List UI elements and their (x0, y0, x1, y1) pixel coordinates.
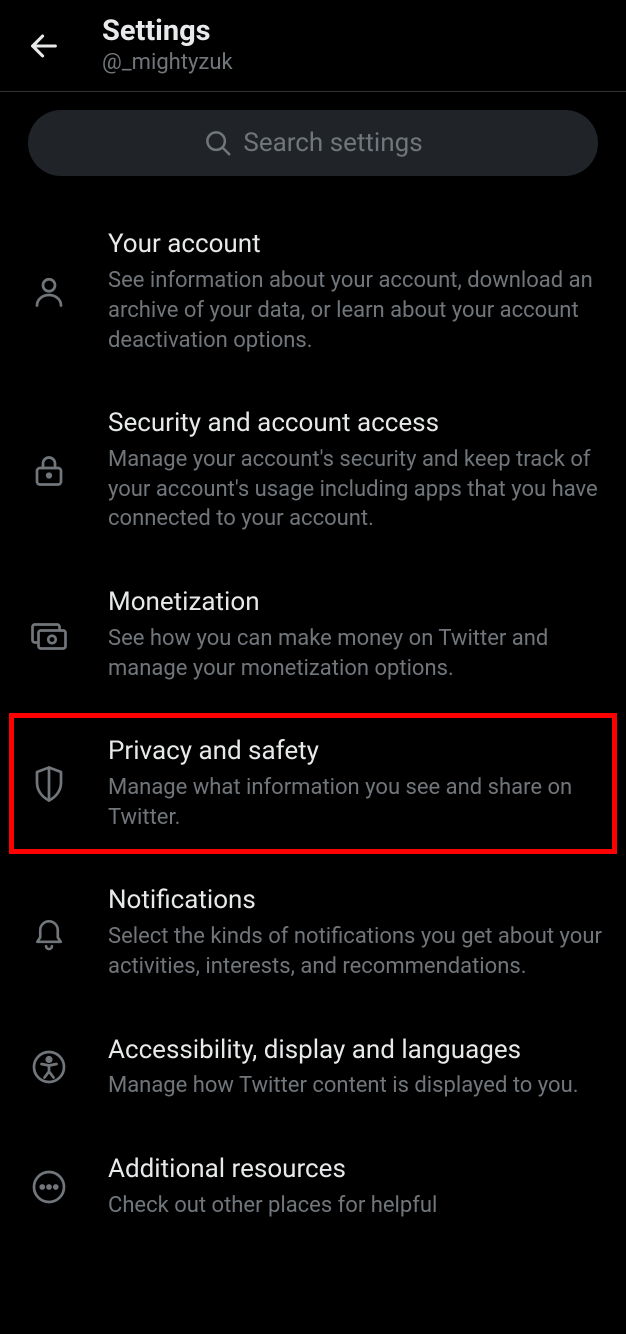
search-input[interactable]: Search settings (28, 110, 598, 176)
money-icon (24, 617, 74, 653)
item-desc: See how you can make money on Twitter an… (108, 624, 602, 683)
list-item-your-account[interactable]: Your account See information about your … (0, 202, 626, 381)
item-title: Accessibility, display and languages (108, 1034, 579, 1068)
item-title: Notifications (108, 884, 602, 918)
list-item-additional-resources[interactable]: Additional resources Check out other pla… (0, 1127, 626, 1246)
page-title: Settings (102, 14, 233, 49)
item-title: Additional resources (108, 1153, 437, 1187)
bell-icon (24, 914, 74, 952)
item-desc: Select the kinds of notifications you ge… (108, 922, 602, 981)
item-desc: See information about your account, down… (108, 266, 602, 355)
list-item-monetization[interactable]: Monetization See how you can make money … (0, 560, 626, 709)
item-text: Accessibility, display and languages Man… (108, 1034, 579, 1101)
item-text: Additional resources Check out other pla… (108, 1153, 437, 1220)
item-text: Privacy and safety Manage what informati… (108, 735, 602, 832)
item-title: Privacy and safety (108, 735, 602, 769)
item-text: Security and account access Manage your … (108, 407, 602, 534)
list-item-security[interactable]: Security and account access Manage your … (0, 381, 626, 560)
person-icon (24, 274, 74, 310)
item-title: Security and account access (108, 407, 602, 441)
item-title: Monetization (108, 586, 602, 620)
settings-list: Your account See information about your … (0, 202, 626, 1246)
list-item-privacy[interactable]: Privacy and safety Manage what informati… (8, 712, 618, 855)
item-text: Notifications Select the kinds of notifi… (108, 884, 602, 981)
search-container: Search settings (0, 92, 626, 202)
list-item-accessibility[interactable]: Accessibility, display and languages Man… (0, 1008, 626, 1127)
back-arrow-icon (27, 29, 61, 63)
item-desc: Manage what information you see and shar… (108, 773, 602, 832)
item-text: Monetization See how you can make money … (108, 586, 602, 683)
item-desc: Manage how Twitter content is displayed … (108, 1071, 579, 1101)
list-item-notifications[interactable]: Notifications Select the kinds of notifi… (0, 858, 626, 1007)
user-handle: @_mightyzuk (102, 49, 233, 78)
header-text: Settings @_mightyzuk (102, 14, 233, 77)
item-text: Your account See information about your … (108, 228, 602, 355)
shield-icon (24, 764, 74, 804)
back-button[interactable] (26, 28, 62, 64)
search-icon (203, 128, 233, 158)
item-title: Your account (108, 228, 602, 262)
more-icon (24, 1169, 74, 1205)
item-desc: Manage your account's security and keep … (108, 445, 602, 534)
header: Settings @_mightyzuk (0, 0, 626, 91)
search-placeholder: Search settings (243, 128, 422, 158)
lock-icon (24, 453, 74, 489)
item-desc: Check out other places for helpful (108, 1191, 437, 1221)
accessibility-icon (24, 1049, 74, 1085)
